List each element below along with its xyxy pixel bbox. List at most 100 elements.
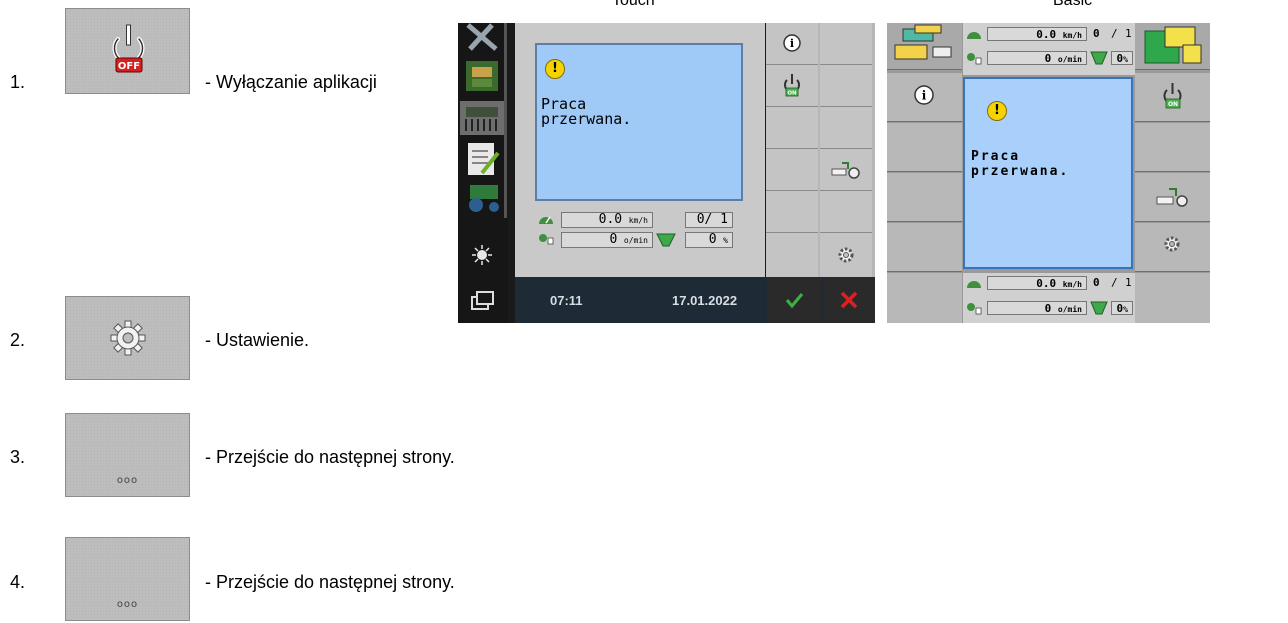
- machine-view-icon[interactable]: [466, 61, 498, 91]
- hopper-icon: [1090, 51, 1108, 65]
- seeding-setup-softkey[interactable]: [1135, 173, 1210, 222]
- basic-bottom-counter-a: 0: [1093, 276, 1100, 289]
- settings-softkey[interactable]: [1135, 223, 1210, 272]
- svg-text:i: i: [790, 37, 794, 50]
- touch-status-bar: 07:11 17.01.2022: [515, 277, 875, 323]
- basic-screenshot: i 0.0 km/h 0 / 1 0 o/min 0% ! Praca prze…: [887, 23, 1210, 323]
- power-off-button[interactable]: OFF: [65, 8, 190, 94]
- legend-description-2: - Ustawienie.: [205, 330, 310, 350]
- empty-softkey[interactable]: [766, 107, 818, 149]
- empty-softkey[interactable]: [820, 107, 872, 149]
- info-icon: i: [783, 34, 801, 52]
- legend-number-1: 1.: [10, 72, 26, 92]
- empty-softkey[interactable]: [887, 173, 962, 222]
- legend-number-3: 3.: [10, 447, 26, 467]
- power-on-icon: ON: [1163, 83, 1182, 109]
- speedometer-icon: [967, 281, 981, 288]
- window-switch-icon[interactable]: [471, 291, 494, 310]
- touch-softkey-column: i ON: [766, 23, 875, 277]
- empty-softkey[interactable]: [1135, 273, 1210, 323]
- empty-softkey[interactable]: [766, 233, 818, 277]
- basic-top-rpm: 0 o/min: [987, 51, 1087, 65]
- cancel-button[interactable]: [823, 277, 875, 323]
- tractor-icon[interactable]: [469, 185, 499, 212]
- basic-top-counter-b: 1: [1125, 27, 1132, 40]
- next-page-button[interactable]: ooo: [65, 413, 190, 497]
- basic-bottom-percent: 0%: [1111, 301, 1133, 315]
- gear-icon: [110, 320, 146, 356]
- info-icon: i: [914, 85, 934, 105]
- touch-main-area: ! Praca przerwana. 0.0 km/h 0/ 1 0 o/min…: [515, 23, 765, 277]
- empty-softkey[interactable]: [887, 223, 962, 272]
- basic-bottom-rpm: 0 o/min: [987, 301, 1087, 315]
- speedometer-icon: [967, 32, 981, 39]
- basic-top-speed: 0.0 km/h: [987, 27, 1087, 41]
- touch-rpm-unit: o/min: [623, 236, 648, 245]
- empty-softkey[interactable]: [766, 149, 818, 191]
- legend-number-2: 2.: [10, 330, 26, 350]
- seeding-gear-icon: [1156, 188, 1188, 207]
- basic-bottom-counter-sep: /: [1111, 276, 1118, 289]
- machine-layout-icon: [894, 24, 952, 60]
- touch-counter: 0/ 1: [685, 212, 733, 228]
- touch-time: 07:11: [550, 293, 583, 308]
- legend-number-4: 4.: [10, 572, 26, 592]
- more-dots-icon: ooo: [116, 599, 139, 610]
- touch-sidebar: [458, 23, 508, 323]
- empty-softkey[interactable]: [1135, 123, 1210, 172]
- info-softkey[interactable]: i: [766, 23, 818, 65]
- touch-percent-field: 0 %: [685, 232, 733, 248]
- rpm-icon: [967, 303, 982, 315]
- basic-bottom-status: 0.0 km/h 0 / 1 0 o/min 0%: [963, 273, 1135, 323]
- basic-bottom-counter-b: 1: [1125, 276, 1132, 289]
- hopper-icon: [656, 233, 676, 247]
- on-badge-text: ON: [787, 91, 797, 97]
- close-icon: [840, 291, 858, 309]
- basic-top-percent: 0%: [1111, 51, 1133, 65]
- touch-percent-value: 0: [708, 232, 717, 247]
- on-badge-text: ON: [1168, 101, 1178, 108]
- basic-message-box: ! Praca przerwana.: [963, 77, 1133, 269]
- machine-layout-softkey[interactable]: [887, 23, 962, 70]
- touch-message-box: ! Praca przerwana.: [535, 43, 743, 201]
- empty-softkey[interactable]: [887, 273, 962, 323]
- legend-description-1: - Wyłączanie aplikacji: [205, 72, 377, 92]
- seeding-setup-softkey[interactable]: [820, 149, 872, 191]
- confirm-button[interactable]: [767, 277, 821, 323]
- next-page-button-2[interactable]: ooo: [65, 537, 190, 621]
- section-control-icon: [1144, 26, 1202, 64]
- checklist-icon[interactable]: [468, 143, 500, 175]
- empty-softkey[interactable]: [766, 191, 818, 233]
- touch-percent-unit: %: [723, 236, 728, 245]
- power-on-softkey[interactable]: ON: [766, 65, 818, 107]
- section-control-softkey[interactable]: [1135, 23, 1210, 70]
- settings-button[interactable]: [65, 296, 190, 380]
- touch-speed-value: 0.0: [598, 212, 623, 227]
- power-on-softkey[interactable]: ON: [1135, 73, 1210, 122]
- basic-message-text: Praca przerwana.: [971, 149, 1070, 179]
- touch-screenshot: ! Praca przerwana. 0.0 km/h 0/ 1 0 o/min…: [458, 23, 875, 323]
- empty-softkey[interactable]: [820, 23, 872, 65]
- svg-text:i: i: [922, 89, 927, 103]
- seeder-icon[interactable]: [460, 101, 504, 135]
- empty-softkey[interactable]: [820, 65, 872, 107]
- tools-icon[interactable]: [466, 23, 498, 51]
- gear-icon: [838, 247, 854, 263]
- rpm-icon: [967, 53, 982, 65]
- seeding-gear-icon: [831, 162, 860, 179]
- power-off-icon: OFF: [112, 24, 145, 73]
- power-on-icon: ON: [784, 74, 800, 97]
- off-badge-text: OFF: [118, 61, 140, 72]
- settings-softkey[interactable]: [820, 233, 872, 277]
- basic-top-status: 0.0 km/h 0 / 1 0 o/min 0%: [963, 23, 1135, 75]
- info-softkey[interactable]: i: [887, 73, 962, 122]
- legend-description-3: - Przejście do następnej strony.: [205, 447, 455, 467]
- empty-softkey[interactable]: [820, 191, 872, 233]
- brightness-icon[interactable]: [472, 245, 492, 265]
- empty-softkey[interactable]: [887, 123, 962, 172]
- rpm-icon: [539, 234, 554, 245]
- touch-title: Touch: [612, 0, 655, 9]
- basic-top-counter-sep: /: [1111, 27, 1118, 40]
- touch-rpm-value: 0: [609, 232, 618, 247]
- checkmark-icon: [785, 293, 804, 309]
